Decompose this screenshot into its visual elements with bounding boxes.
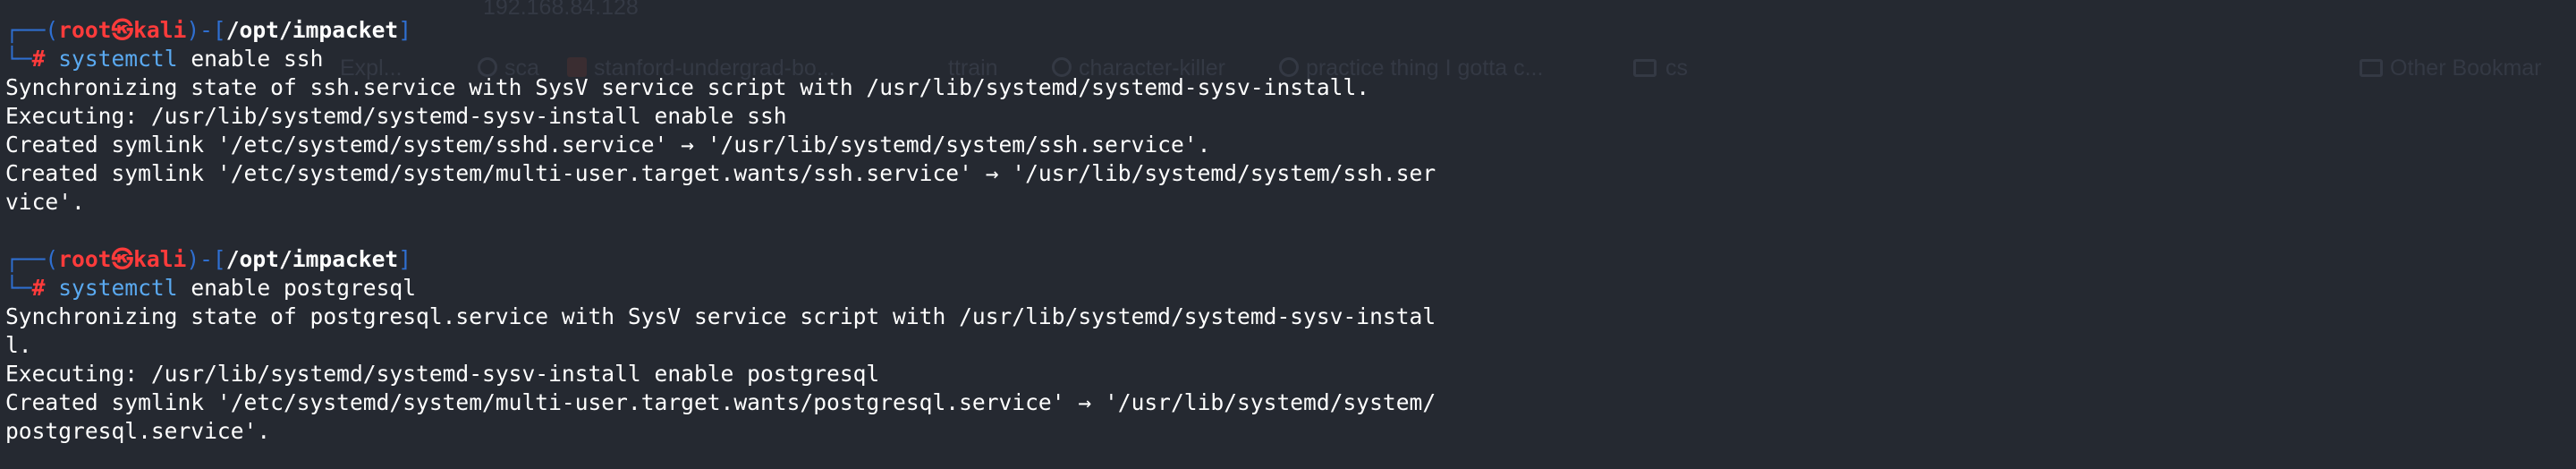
command-args: enable ssh: [177, 46, 324, 72]
output-line: Created symlink '/etc/systemd/system/mul…: [5, 160, 1436, 186]
output-line: Executing: /usr/lib/systemd/systemd-sysv…: [5, 361, 880, 387]
prompt-frame: ]: [398, 17, 412, 43]
output-line: l.: [5, 332, 32, 358]
prompt-frame: )-[: [186, 246, 226, 272]
prompt-frame: )-[: [186, 17, 226, 43]
prompt-frame: └─: [5, 275, 32, 301]
prompt-hash: #: [31, 275, 46, 301]
prompt-user: root: [58, 246, 112, 272]
output-line: Created symlink '/etc/systemd/system/ssh…: [5, 132, 1211, 158]
command-line: └─# systemctl enable postgresql: [0, 274, 2576, 303]
output-line: postgresql.service'.: [5, 418, 271, 444]
command-line: └─# systemctl enable ssh: [0, 45, 2576, 73]
command-name: systemctl: [58, 46, 178, 72]
prompt-path: /opt/impacket: [225, 246, 399, 272]
output-line: Executing: /usr/lib/systemd/systemd-sysv…: [5, 103, 787, 129]
command-name: systemctl: [58, 275, 178, 301]
prompt-frame: ]: [398, 246, 412, 272]
prompt-host: kali: [133, 246, 187, 272]
prompt-user: root: [58, 17, 112, 43]
prompt-path: /opt/impacket: [225, 17, 399, 43]
prompt-at-symbol: ㉿: [111, 246, 134, 272]
prompt-hash: #: [31, 46, 46, 72]
prompt-host: kali: [133, 17, 187, 43]
output-line: vice'.: [5, 189, 85, 215]
prompt-frame: ┌──(: [5, 17, 59, 43]
prompt-line-top: ┌──(root㉿kali)-[/opt/impacket]: [0, 16, 2576, 45]
command-args: enable postgresql: [177, 275, 417, 301]
prompt-frame: ┌──(: [5, 246, 59, 272]
prompt-at-symbol: ㉿: [111, 17, 134, 43]
prompt-line-top: ┌──(root㉿kali)-[/opt/impacket]: [0, 245, 2576, 274]
prompt-frame: └─: [5, 46, 32, 72]
output-line: Created symlink '/etc/systemd/system/mul…: [5, 389, 1436, 415]
output-line: Synchronizing state of postgresql.servic…: [5, 303, 1436, 329]
terminal-window[interactable]: 192.168.84.128 Expl... sca stanford-unde…: [0, 0, 2576, 469]
output-line: Synchronizing state of ssh.service with …: [5, 74, 1370, 100]
terminal-output[interactable]: ┌──(root㉿kali)-[/opt/impacket] └─# syste…: [0, 0, 2576, 469]
